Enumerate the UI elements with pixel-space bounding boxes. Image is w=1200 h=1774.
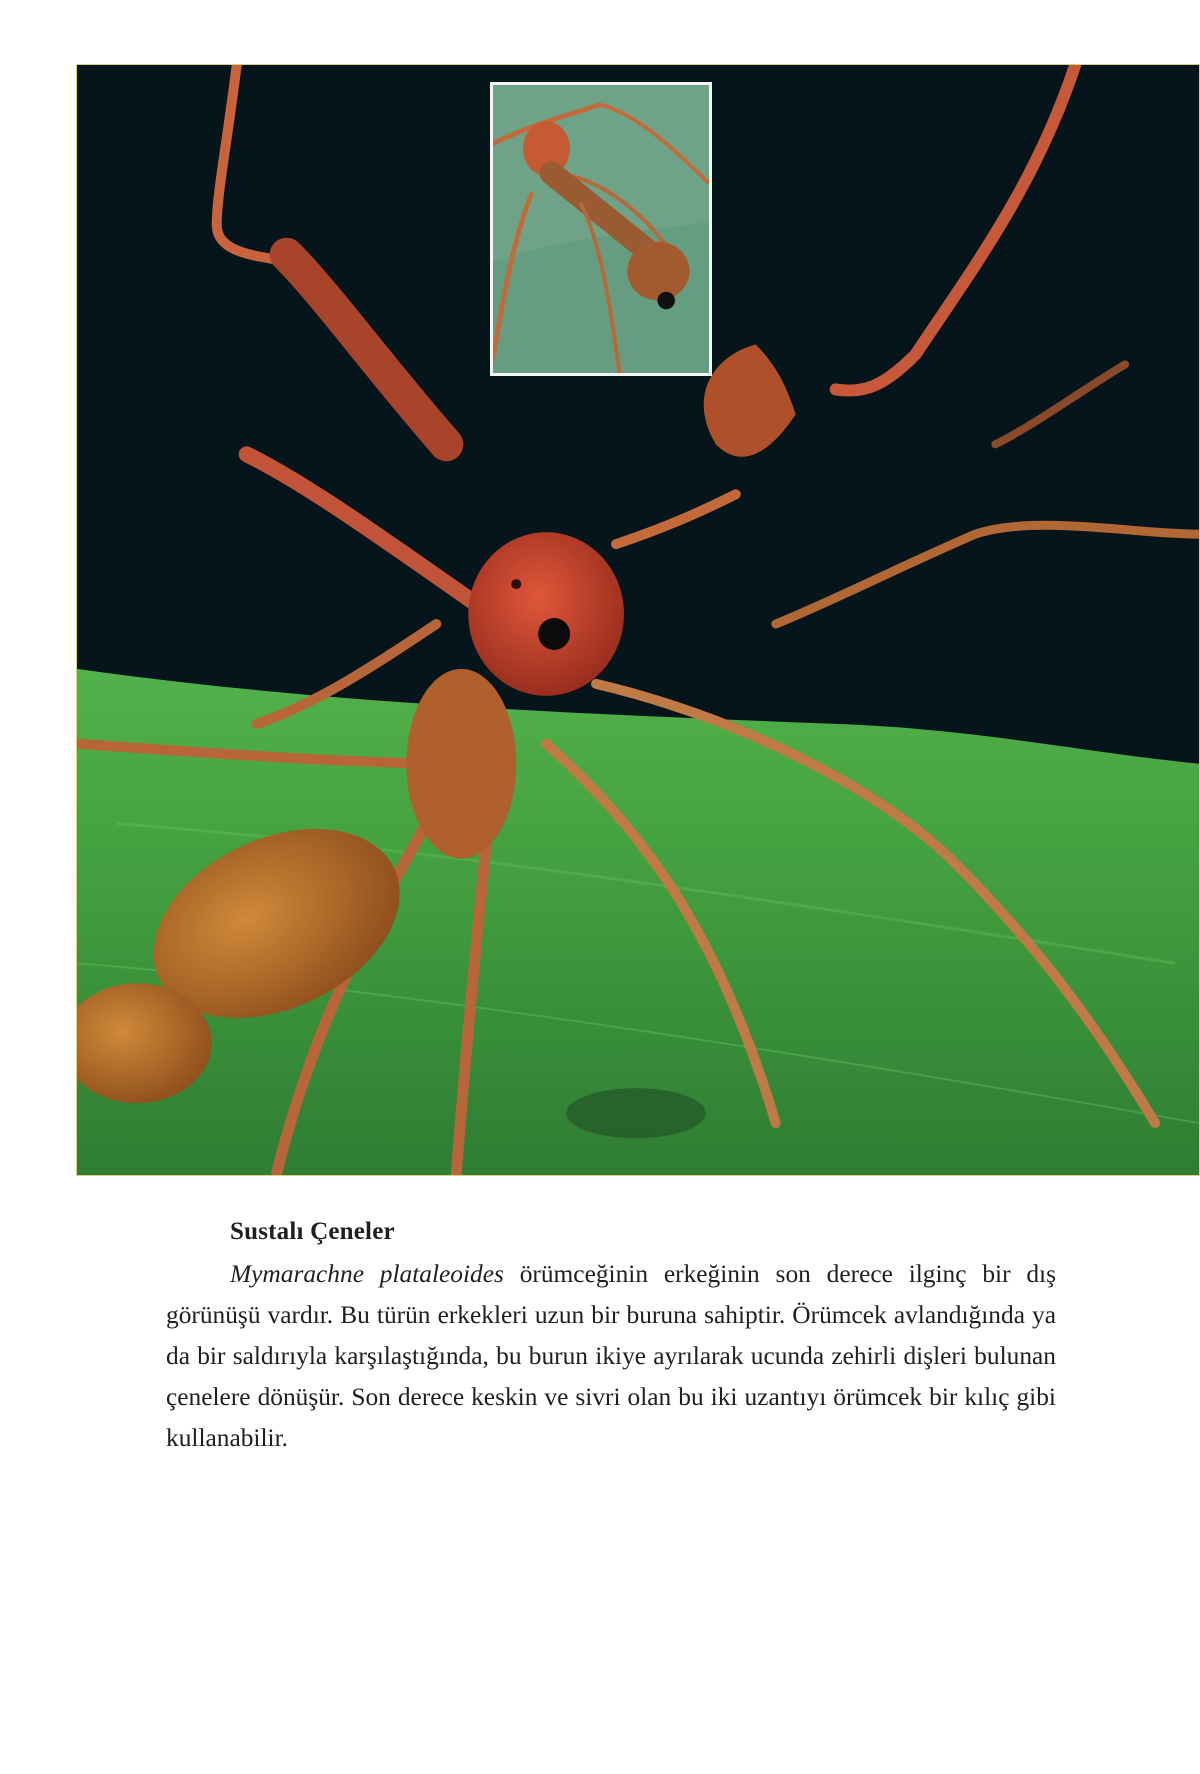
article-body-text: örümceğinin erkeğinin son derece ilginç …	[166, 1260, 1056, 1452]
article-text-block: Sustalı Çeneler Mymarachne plataleoides …	[166, 1218, 1056, 1459]
species-name: Mymarachne plataleoides	[230, 1260, 504, 1288]
inset-closeup-photo	[490, 82, 712, 376]
article-heading: Sustalı Çeneler	[230, 1218, 395, 1245]
article-paragraph: Mymarachne plataleoides örümceğinin erke…	[166, 1254, 1056, 1459]
main-spider-photo	[76, 64, 1200, 1176]
inset-closeup-illustration	[493, 85, 709, 373]
